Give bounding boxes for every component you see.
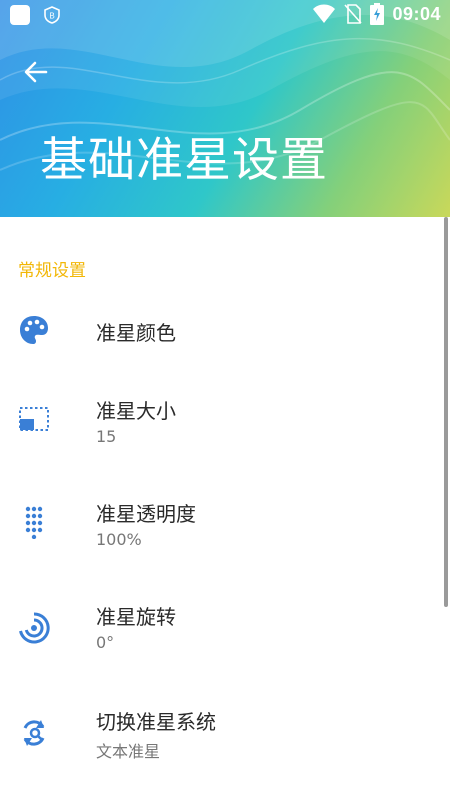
pref-crosshair-color[interactable]: 准星颜色 [0,295,440,365]
pref-title: 准星旋转 [96,605,176,629]
section-header: 常规设置 [18,261,86,281]
back-button[interactable] [18,54,54,90]
pref-title: 切换准星系统 [96,710,216,734]
pref-summary: 15 [96,427,117,446]
status-bar: B 09:04 [0,0,450,30]
pref-crosshair-opacity[interactable]: 准星透明度 100% [0,485,440,565]
battery-charging-icon [370,3,385,25]
pref-summary: 0° [96,633,115,652]
pref-title: 准星透明度 [96,502,196,526]
shield-icon: B [44,6,60,24]
no-sim-icon [344,4,363,24]
arrow-left-icon [24,61,48,83]
rotation-target-icon [19,612,50,644]
pref-title: 准星大小 [96,399,176,423]
scrollbar[interactable] [444,217,448,607]
pref-crosshair-size[interactable]: 准星大小 15 [0,380,440,460]
clock: 09:04 [392,3,441,24]
palette-icon [20,316,48,344]
app-notification-icon [10,5,30,25]
pref-summary: 100% [96,530,142,549]
header-banner: B 09:04 基础准星设置 [0,0,450,217]
dotted-grid-icon [25,506,43,539]
pref-crosshair-rotation[interactable]: 准星旋转 0° [0,589,440,669]
svg-text:B: B [49,12,54,21]
pref-title: 准星颜色 [96,321,176,345]
wifi-icon [313,4,336,23]
switch-refresh-icon [23,720,45,746]
pref-switch-crosshair-system[interactable]: 切换准星系统 文本准星 [0,694,440,774]
pref-summary: 文本准星 [96,742,161,761]
crop-size-icon [19,407,49,431]
page-title: 基础准星设置 [40,133,328,188]
